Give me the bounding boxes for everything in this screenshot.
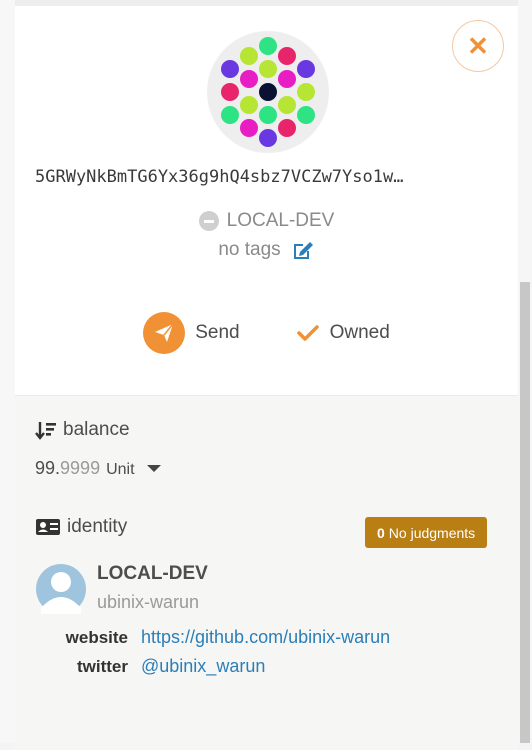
identicon[interactable] — [207, 31, 329, 153]
scrollbar-thumb[interactable] — [520, 282, 530, 743]
balance-unit: Unit — [106, 461, 135, 478]
id-card-icon — [36, 519, 60, 535]
owned-status: Owned — [296, 322, 390, 344]
send-button[interactable]: Send — [143, 312, 240, 354]
twitter-label: twitter — [77, 657, 128, 676]
account-address[interactable]: 5GRWyNkBmTG6Yx36g9hQ4sbz7VCZw7Yso1w… — [35, 167, 495, 187]
website-link[interactable]: https://github.com/ubinix-warun — [141, 627, 390, 648]
balance-decimals: 9999 — [60, 458, 101, 478]
caret-down-icon[interactable] — [146, 465, 161, 472]
close-button[interactable]: ✕ — [452, 20, 504, 72]
send-label: Send — [195, 322, 240, 343]
judgments-label: No judgments — [388, 524, 476, 541]
network-row: LOCAL-DEV — [15, 210, 518, 232]
user-avatar-icon — [36, 564, 86, 614]
balance-heading: balance — [35, 419, 130, 441]
background-edge — [0, 0, 16, 743]
paper-plane-icon — [143, 312, 186, 354]
website-label: website — [65, 628, 128, 647]
close-icon: ✕ — [467, 30, 489, 61]
identity-handle: ubinix-warun — [97, 592, 200, 612]
balance-integer: 99. — [35, 458, 61, 478]
identity-display-name: LOCAL-DEV — [97, 563, 208, 584]
edit-icon[interactable] — [291, 239, 315, 261]
account-details — [15, 395, 518, 750]
sort-amount-icon — [35, 422, 56, 440]
judgments-count: 0 — [377, 524, 385, 541]
minus-circle-icon — [198, 211, 219, 231]
balance-amount: 99. 9999 Unit — [35, 458, 161, 479]
check-icon — [296, 325, 319, 341]
identity-title: identity — [67, 516, 128, 537]
twitter-link[interactable]: @ubinix_warun — [141, 656, 265, 677]
account-header: ✕ 5GRWyNkBmTG6Yx36g9hQ4sbz7VCZw7Yso1w… L… — [15, 6, 518, 395]
identity-heading: identity — [35, 516, 127, 538]
action-row: Send Owned — [15, 312, 518, 354]
network-name: LOCAL-DEV — [226, 210, 335, 231]
owned-label: Owned — [329, 322, 390, 343]
balance-title: balance — [63, 419, 130, 440]
judgments-badge: 0 No judgments — [365, 517, 488, 548]
scrollbar-track[interactable] — [517, 0, 532, 743]
tags-row: no tags — [15, 239, 518, 261]
tags-text: no tags — [218, 239, 281, 260]
